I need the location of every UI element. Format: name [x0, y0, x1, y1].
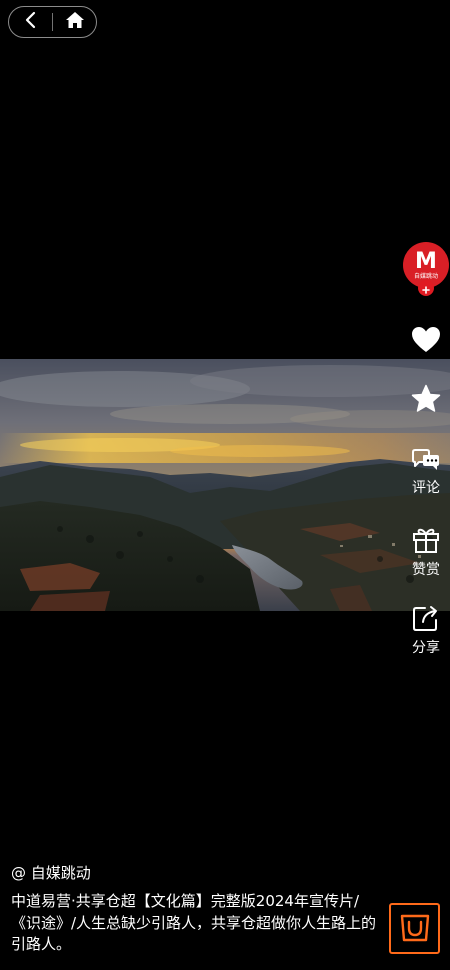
- plus-icon: [422, 279, 430, 298]
- share-label: 分享: [412, 640, 440, 656]
- comment-icon: [411, 448, 441, 476]
- star-icon: [411, 384, 441, 418]
- like-button[interactable]: [396, 326, 450, 358]
- shop-button[interactable]: [389, 903, 440, 954]
- reward-button[interactable]: 赞赏: [396, 524, 450, 578]
- heart-icon: [411, 326, 441, 358]
- follow-button[interactable]: [418, 280, 434, 296]
- share-icon: [411, 604, 441, 636]
- home-icon: [65, 11, 85, 33]
- comment-button[interactable]: 评论: [396, 448, 450, 496]
- chevron-left-icon: [24, 11, 38, 33]
- video-player-screen: M 自媒跳动 评论 赞赏 分享 @ 自媒跳动 中道易营·共享仓超【文化篇】完整版…: [0, 0, 450, 970]
- back-button[interactable]: [9, 7, 52, 37]
- reward-label: 赞赏: [412, 562, 440, 578]
- action-column: M 自媒跳动 评论 赞赏 分享: [380, 0, 450, 970]
- video-description: 中道易营·共享仓超【文化篇】完整版2024年宣传片/《识途》/人生总缺少引路人，…: [11, 892, 377, 953]
- gift-icon: [411, 524, 441, 558]
- nav-capsule: [8, 6, 97, 38]
- home-button[interactable]: [53, 7, 96, 37]
- avatar-letter: M: [415, 249, 437, 274]
- shopping-bag-icon: [399, 911, 431, 947]
- share-button[interactable]: 分享: [396, 604, 450, 656]
- comment-label: 评论: [412, 480, 440, 496]
- author-name[interactable]: @ 自媒跳动: [11, 863, 91, 883]
- favorite-button[interactable]: [396, 384, 450, 418]
